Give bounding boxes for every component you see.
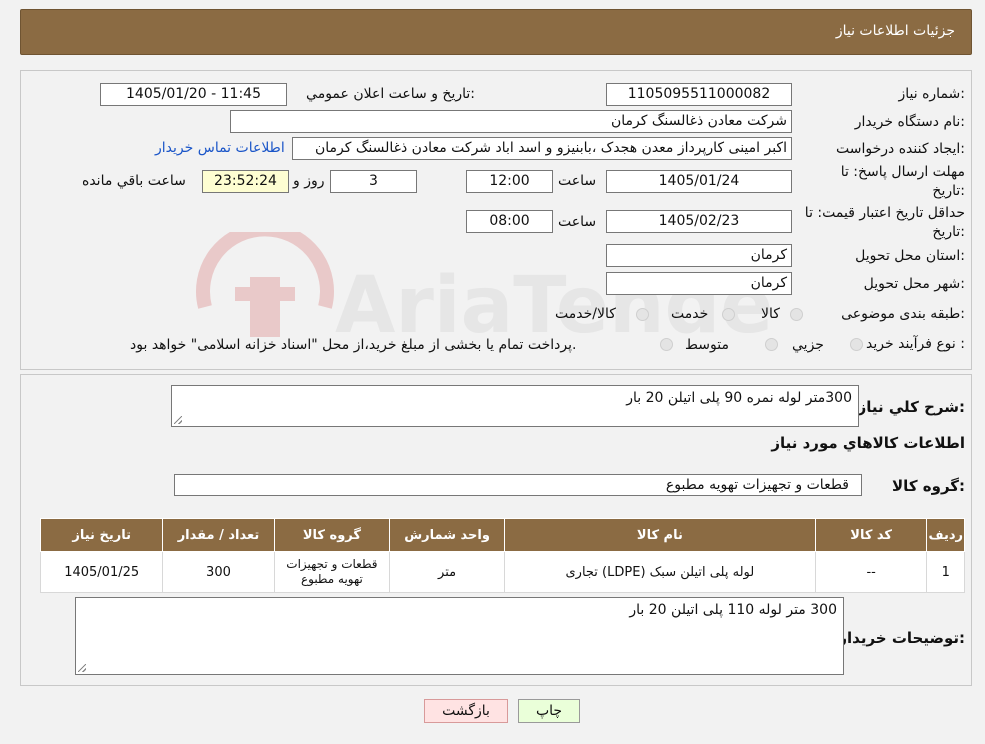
buyer-notes-textarea[interactable]: 300 متر لوله 110 پلی اتیلن 20 بار (75, 597, 844, 675)
days-label: روز و (293, 173, 325, 189)
th-qty: تعداد / مقدار (162, 518, 275, 552)
th-unit: واحد شمارش (389, 518, 505, 552)
description-textarea[interactable]: 300متر لوله نمره 90 پلی اتیلن 20 بار (171, 385, 859, 427)
cell-group: قطعات و تجهیزات تهویه مطبوع (273, 551, 391, 593)
validity-time-field: 08:00 (466, 210, 553, 233)
th-group: گروه کالا (273, 518, 391, 552)
contact-buyer-link[interactable]: اطلاعات تماس خریدار (155, 140, 285, 156)
page-title: جزئیات اطلاعات نیاز (835, 23, 955, 39)
city-field: کرمان (606, 272, 792, 295)
page-header: جزئیات اطلاعات نیاز (20, 9, 972, 55)
buyer-notes-text: 300 متر لوله 110 پلی اتیلن 20 بار (629, 602, 837, 618)
process-radio-medium[interactable] (765, 338, 778, 351)
cell-date: 1405/01/25 (39, 551, 164, 593)
category-option-goods: کالا (761, 306, 780, 322)
resize-grip-icon[interactable] (174, 416, 182, 424)
category-radio-goods-service[interactable] (636, 308, 649, 321)
reply-deadline-label-2: تاریخ: (932, 183, 965, 199)
cell-name: لوله پلی اتیلن سبک (LDPE) تجاری (503, 551, 816, 593)
days-field: 3 (330, 170, 417, 193)
creator-label: ايجاد کننده درخواست: (836, 141, 965, 157)
goods-table-header: رديف کد کالا نام کالا واحد شمارش گروه کا… (39, 518, 965, 552)
cell-code: -- (814, 551, 928, 593)
goods-info-title: اطلاعات کالاهاي مورد نياز (771, 434, 965, 452)
th-date: تاريخ نياز (39, 518, 164, 552)
resize-grip-icon[interactable] (78, 664, 86, 672)
goods-group-label: گروه کالا: (892, 477, 965, 495)
validity-date-field: 1405/02/23 (606, 210, 792, 233)
print-button[interactable]: چاپ (518, 699, 580, 723)
goods-group-field: قطعات و تجهیزات تهویه مطبوع (174, 474, 862, 496)
goods-table: رديف کد کالا نام کالا واحد شمارش گروه کا… (39, 518, 965, 593)
remaining-time-field: 23:52:24 (202, 170, 289, 193)
reply-time-field: 12:00 (466, 170, 553, 193)
announce-field: 1405/01/20 - 11:45 (100, 83, 287, 106)
cell-unit: متر (389, 551, 505, 593)
th-code: کد کالا (814, 518, 928, 552)
category-radio-service[interactable] (722, 308, 735, 321)
need-number-label: شماره نیاز: (898, 86, 965, 102)
category-radio-goods[interactable] (790, 308, 803, 321)
category-option-service: خدمت (671, 306, 709, 322)
th-row: رديف (926, 518, 965, 552)
table-row: 1 -- لوله پلی اتیلن سبک (LDPE) تجاری متر… (39, 551, 965, 593)
remaining-time-label: ساعت باقي مانده (82, 173, 186, 189)
category-option-goods-service: کالا/خدمت (555, 306, 616, 322)
category-label: طبقه بندی موضوعی: (841, 306, 965, 322)
province-field: کرمان (606, 244, 792, 267)
process-radio-minor[interactable] (850, 338, 863, 351)
process-radio-treasury[interactable] (660, 338, 673, 351)
process-option-medium: متوسط (685, 337, 729, 353)
need-number-field: 1105095511000082 (606, 83, 792, 106)
reply-date-field: 1405/01/24 (606, 170, 792, 193)
reply-time-label: ساعت (558, 173, 597, 189)
cell-qty: 300 (162, 551, 275, 593)
process-option-minor: جزيي (792, 337, 824, 353)
validity-time-label: ساعت (558, 214, 597, 230)
province-label: استان محل تحويل: (855, 248, 965, 264)
city-label: شهر محل تحويل: (863, 276, 965, 292)
description-label: شرح کلي نياز: (857, 398, 965, 416)
announce-label: تاریخ و ساعت اعلان عمومي: (306, 86, 475, 102)
buyer-org-label: نام دستگاه خريدار: (854, 114, 965, 130)
process-label: نوع فرآيند خريد : (866, 336, 965, 352)
price-validity-label-2: تاریخ: (932, 224, 965, 240)
back-button[interactable]: بازگشت (424, 699, 508, 723)
cell-row: 1 (926, 551, 965, 593)
price-validity-label: حداقل تاریخ اعتبار قیمت: تا (804, 205, 965, 221)
process-note: پرداخت تمام يا بخشی از مبلغ خريد،از محل … (130, 337, 577, 353)
description-text: 300متر لوله نمره 90 پلی اتیلن 20 بار (626, 390, 852, 406)
th-name: نام کالا (503, 518, 816, 552)
reply-deadline-label: مهلت ارسال پاسخ: تا (840, 164, 965, 180)
buyer-notes-label: توضيحات خريدار: (838, 629, 965, 647)
creator-field: اکبر امینی کارپرداز معدن هجدک ،بابنیزو و… (292, 137, 792, 160)
buyer-org-field: شرکت معادن ذغالسنگ کرمان (230, 110, 792, 133)
